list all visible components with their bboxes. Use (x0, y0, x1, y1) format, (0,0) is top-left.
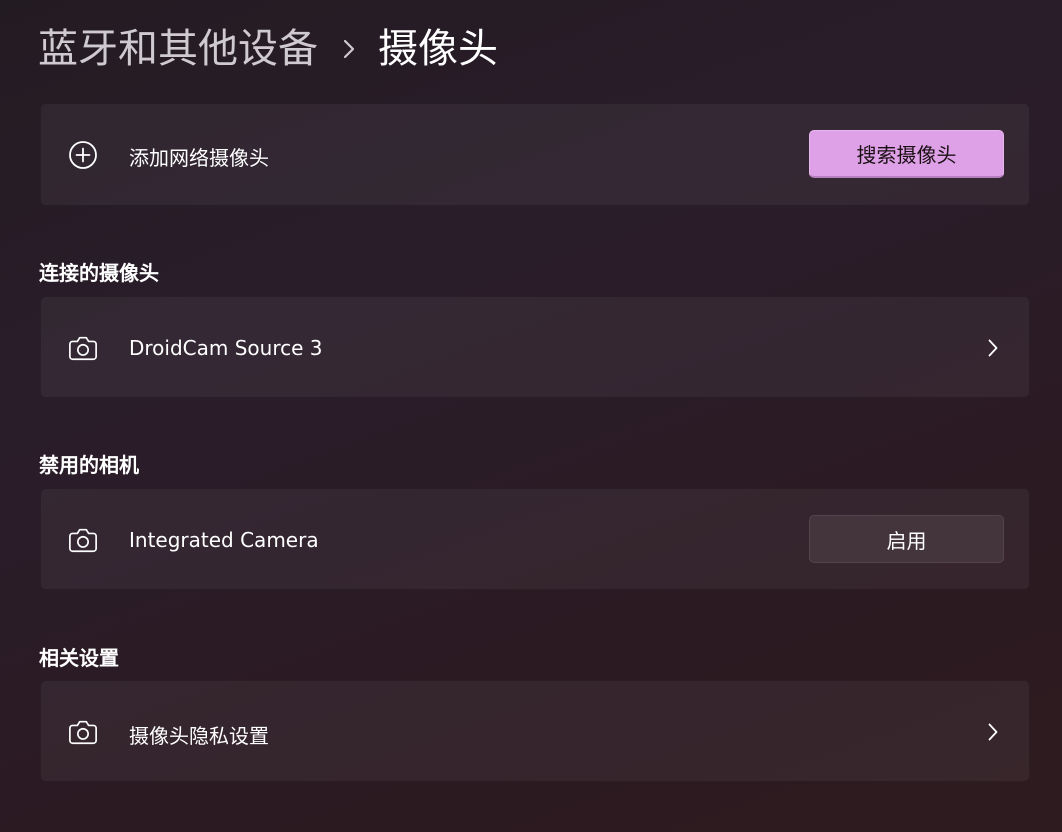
add-circle-icon (68, 140, 98, 170)
camera-name-label: DroidCam Source 3 (129, 336, 323, 360)
camera-name-label: Integrated Camera (129, 528, 319, 552)
add-network-camera-card: 添加网络摄像头 搜索摄像头 (40, 103, 1030, 206)
camera-icon (68, 717, 98, 747)
connected-cameras-heading: 连接的摄像头 (39, 261, 159, 285)
breadcrumb-parent[interactable]: 蓝牙和其他设备 (38, 20, 318, 78)
camera-row-droidcam[interactable]: DroidCam Source 3 (40, 296, 1030, 398)
breadcrumb: 蓝牙和其他设备 摄像头 (38, 20, 498, 78)
camera-privacy-settings-label: 摄像头隐私设置 (129, 724, 269, 748)
add-network-camera-label: 添加网络摄像头 (129, 146, 269, 170)
page-title: 摄像头 (378, 26, 498, 72)
camera-row-integrated: Integrated Camera 启用 (40, 488, 1030, 590)
search-cameras-button[interactable]: 搜索摄像头 (809, 130, 1004, 178)
chevron-right-icon (983, 722, 1003, 742)
camera-privacy-settings-row[interactable]: 摄像头隐私设置 (40, 680, 1030, 782)
camera-icon (68, 333, 98, 363)
enable-camera-button[interactable]: 启用 (809, 515, 1004, 563)
related-settings-heading: 相关设置 (39, 646, 119, 670)
camera-icon (68, 525, 98, 555)
disabled-cameras-heading: 禁用的相机 (39, 453, 139, 477)
chevron-right-icon (983, 338, 1003, 358)
breadcrumb-chevron-icon (342, 38, 356, 60)
